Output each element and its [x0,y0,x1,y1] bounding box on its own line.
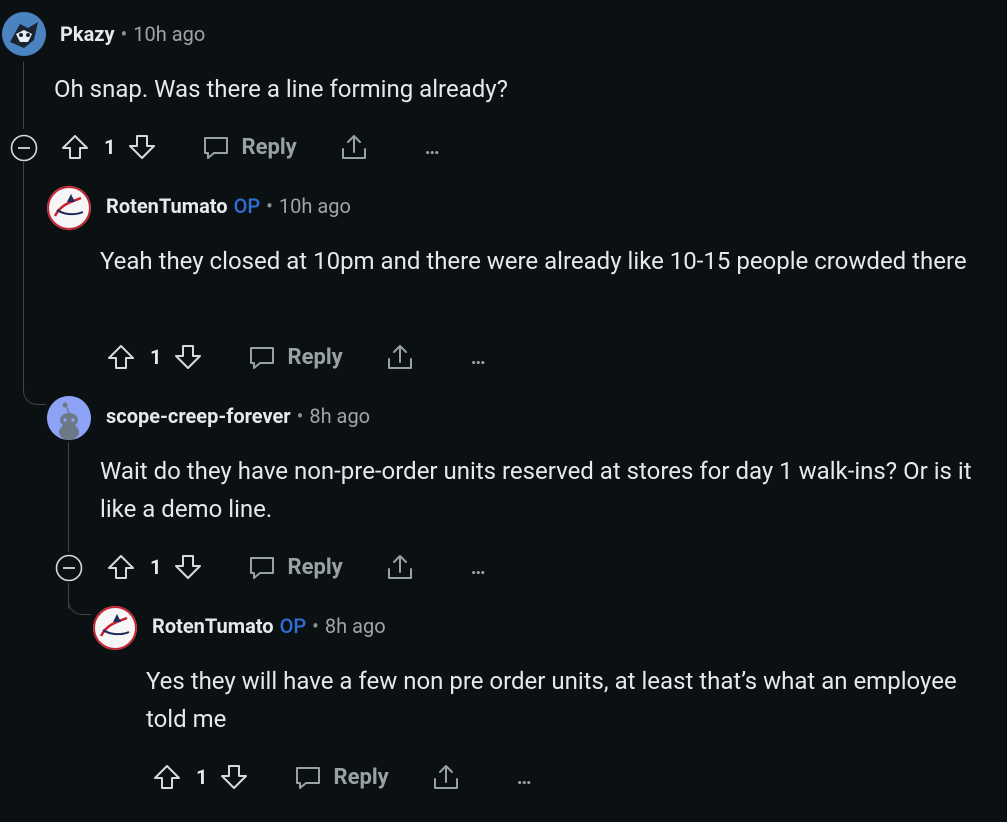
avatar[interactable] [47,396,91,440]
downvote-icon[interactable] [173,342,203,372]
yankees-avatar-icon [47,186,91,230]
reply-icon [204,137,229,159]
comment-actions: 1 Reply … [106,547,487,587]
comment-meta: RotenTumato OP • 10h ago [106,194,351,218]
reply-label: Reply [287,554,343,580]
more-options-button[interactable]: … [425,135,441,159]
thread-line [68,442,69,552]
avatar[interactable] [93,606,137,650]
vote-count: 1 [196,765,208,789]
upvote-icon[interactable] [106,342,136,372]
collapse-icon[interactable] [10,134,38,162]
timestamp: 10h ago [133,22,206,46]
separator-dot: • [266,194,273,218]
share-button[interactable] [339,132,369,162]
timestamp: 8h ago [324,614,386,638]
more-icon: … [424,135,441,159]
share-button[interactable] [385,552,415,582]
separator-dot: • [120,22,128,46]
comment-body: Yeah they closed at 10pm and there were … [100,247,967,275]
upvote-icon[interactable] [60,132,90,162]
reply-button[interactable]: Reply [201,132,297,162]
vote-count: 1 [150,345,162,369]
op-badge: OP [279,614,307,638]
avatar[interactable] [47,186,91,230]
share-icon [387,555,412,579]
pkazy-avatar-icon [2,12,46,56]
upvote-icon[interactable] [106,552,136,582]
reply-label: Reply [333,764,389,790]
thread-branch [68,598,91,615]
share-icon [433,765,458,789]
vote-count: 1 [150,555,162,579]
vote-count: 1 [104,135,116,159]
downvote-icon[interactable] [219,762,249,792]
comment-meta: scope-creep-forever • 8h ago [106,404,370,428]
separator-dot: • [312,614,319,638]
comment-meta: RotenTumato OP • 8h ago [152,614,386,638]
comment-actions: 1 Reply … [152,757,533,797]
more-options-button[interactable]: … [471,555,487,579]
vote-group: 1 [106,552,203,582]
share-button[interactable] [385,342,415,372]
reply-label: Reply [241,134,297,160]
reply-icon [250,347,275,369]
more-options-button[interactable]: … [471,345,487,369]
reply-icon [250,557,275,579]
author-name[interactable]: RotenTumato [106,194,228,218]
reply-button[interactable]: Reply [247,552,343,582]
snoo-avatar-icon [47,396,91,440]
more-icon: … [516,765,533,789]
comment-actions: 1 Reply … [60,127,441,167]
share-button[interactable] [431,762,461,792]
vote-group: 1 [60,132,157,162]
share-icon [341,135,366,159]
author-name[interactable]: scope-creep-forever [106,404,291,428]
reply-label: Reply [287,344,343,370]
share-icon [387,345,412,369]
thread-line [23,62,24,129]
more-icon: … [470,345,487,369]
downvote-icon[interactable] [173,552,203,582]
vote-group: 1 [106,342,203,372]
comment-meta: Pkazy • 10h ago [60,22,205,46]
yankees-avatar-icon [93,606,137,650]
reply-button[interactable]: Reply [293,762,389,792]
comment-actions: 1 Reply … [106,337,487,377]
author-name[interactable]: Pkazy [60,22,115,46]
separator-dot: • [296,404,304,428]
reply-icon [296,767,321,789]
collapse-icon[interactable] [55,554,83,582]
comment-body: Yes they will have a few non pre order u… [146,667,957,733]
author-name[interactable]: RotenTumato [152,614,274,638]
comment-body: Oh snap. Was there a line forming alread… [54,75,508,103]
avatar[interactable] [2,12,46,56]
vote-group: 1 [152,762,249,792]
thread-line [23,162,24,388]
comment-body: Wait do they have non-pre-order units re… [100,457,972,523]
reply-button[interactable]: Reply [247,342,343,372]
more-options-button[interactable]: … [517,765,533,789]
upvote-icon[interactable] [152,762,182,792]
timestamp: 8h ago [309,404,371,428]
downvote-icon[interactable] [127,132,157,162]
timestamp: 10h ago [278,194,351,218]
op-badge: OP [233,194,261,218]
thread-branch [23,388,46,405]
more-icon: … [470,555,487,579]
